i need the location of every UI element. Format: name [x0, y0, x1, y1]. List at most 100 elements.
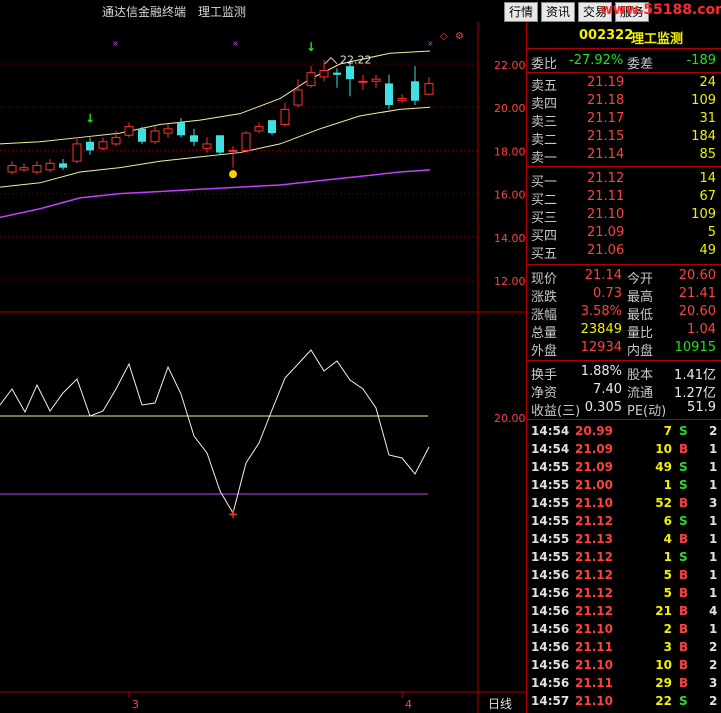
info-button[interactable]: 资讯 — [541, 2, 576, 22]
candle — [72, 137, 82, 164]
tick-row: 14:55 21.10 52 B 3 — [527, 495, 721, 513]
tick-row: 14:55 21.09 49 S 1 — [527, 459, 721, 477]
tick-time: 14:56 — [531, 676, 570, 690]
candle — [268, 120, 276, 136]
tick-price: 21.10 — [575, 694, 613, 708]
tick-time: 14:56 — [531, 586, 570, 600]
candle — [397, 94, 407, 103]
weibi-row: 委比 -27.92% 委差 -189 — [531, 53, 716, 72]
tick-time: 14:56 — [531, 658, 570, 672]
tick-time: 14:54 — [531, 424, 570, 438]
top-cross-marker: × — [112, 39, 119, 48]
app-title: 通达信金融终端 — [102, 5, 187, 19]
date-tick-label: 3 — [132, 698, 139, 711]
candle — [306, 66, 316, 88]
tick-row: 14:55 21.13 4 B 1 — [527, 531, 721, 549]
stat-row: 外盘 12934 内盘 10915 — [531, 340, 716, 359]
top-cross-marker: × — [427, 39, 434, 48]
tick-price: 21.12 — [575, 550, 613, 564]
stock-code: 002322 — [579, 28, 634, 43]
tick-volume: 1 — [663, 550, 672, 564]
tick-time: 14:55 — [531, 550, 570, 564]
watermark: www.55188.com — [600, 2, 721, 18]
candle — [124, 122, 134, 138]
candle — [150, 126, 160, 144]
candle — [7, 161, 17, 175]
tick-volume: 2 — [663, 622, 672, 636]
tick-price: 21.11 — [575, 640, 613, 654]
tick-count: 1 — [709, 514, 718, 528]
tick-time: 14:56 — [531, 640, 570, 654]
date-axis: 34 — [128, 692, 412, 711]
candle — [86, 137, 94, 155]
price-tick-label: 14.00 — [494, 232, 526, 245]
tick-price: 21.12 — [575, 586, 613, 600]
tick-side: B — [679, 568, 689, 582]
tick-side: S — [679, 460, 688, 474]
candle — [98, 137, 108, 151]
tick-time: 14:55 — [531, 514, 570, 528]
tick-row: 14:55 21.12 1 S 1 — [527, 549, 721, 567]
stock-title: 理工监测 — [198, 5, 247, 19]
tick-volume: 21 — [655, 604, 672, 618]
candle — [163, 124, 173, 138]
tick-row: 14:54 20.99 7 S 2 — [527, 423, 721, 441]
window-gear-icon[interactable]: ⚙ — [455, 31, 464, 42]
tick-row: 14:56 21.11 3 B 2 — [527, 639, 721, 657]
tick-count: 1 — [709, 478, 718, 492]
oscillator-cross-marker: + — [228, 507, 238, 521]
tick-count: 1 — [709, 586, 718, 600]
tick-side: S — [679, 424, 688, 438]
price-tick-label: 12.00 — [494, 275, 526, 288]
tick-row: 14:56 21.11 29 B 3 — [527, 675, 721, 693]
fundamental-row: 净资 7.40 流通 1.27亿 — [531, 382, 716, 401]
tick-count: 1 — [709, 568, 718, 582]
bid-row: 买三 21.10 109 — [531, 207, 716, 226]
tick-side: B — [679, 442, 689, 456]
window-diamond-icon[interactable]: ◇ — [440, 31, 448, 42]
candle — [319, 59, 329, 82]
candle — [411, 66, 419, 106]
bid-row: 买五 21.06 49 — [531, 243, 716, 262]
tick-count: 3 — [709, 496, 718, 510]
price-axis: 22.00 20.00 18.00 16.00 14.00 12.00 20.00 — [494, 59, 526, 425]
candle — [177, 118, 185, 138]
tick-side: B — [679, 532, 689, 546]
tick-volume: 49 — [655, 460, 672, 474]
tick-count: 1 — [709, 442, 718, 456]
chart-grid — [0, 22, 526, 713]
candle — [385, 74, 393, 110]
tick-price: 21.00 — [575, 478, 613, 492]
candle — [241, 130, 251, 153]
kline-chart[interactable]: 22.00 20.00 18.00 16.00 14.00 12.00 20.00 ↓ ↓ × ×… — [0, 22, 526, 713]
tick-volume: 10 — [655, 658, 672, 672]
tick-side: B — [679, 640, 689, 654]
tick-volume: 4 — [663, 532, 672, 546]
stat-row: 总量 23849 量比 1.04 — [531, 322, 716, 341]
period-tab[interactable]: 日线 — [480, 693, 526, 713]
fundamental-row: 收益(三) 0.305 PE(动) 51.9 — [531, 400, 716, 419]
candle — [19, 163, 29, 172]
tick-count: 1 — [709, 622, 718, 636]
candle — [138, 126, 146, 144]
tick-row: 14:56 21.12 5 B 1 — [527, 585, 721, 603]
tick-time: 14:56 — [531, 622, 570, 636]
quotes-button[interactable]: 行情 — [504, 2, 539, 22]
tick-side: B — [679, 622, 689, 636]
tick-time: 14:56 — [531, 568, 570, 582]
tick-side: S — [679, 694, 688, 708]
ask-row: 卖二 21.15 184 — [531, 129, 716, 148]
tick-count: 1 — [709, 460, 718, 474]
price-tick-label: 20.00 — [494, 102, 526, 115]
ask-row: 卖五 21.19 24 — [531, 75, 716, 94]
tick-volume: 29 — [655, 676, 672, 690]
tick-time: 14:55 — [531, 496, 570, 510]
candle — [228, 146, 238, 168]
tick-row: 14:55 21.12 6 S 1 — [527, 513, 721, 531]
tick-volume: 3 — [663, 640, 672, 654]
candle — [333, 68, 341, 88]
tick-count: 2 — [709, 424, 718, 438]
tick-time: 14:57 — [531, 694, 570, 708]
tick-side: B — [679, 676, 689, 690]
tick-row: 14:57 21.10 22 S 2 — [527, 693, 721, 711]
